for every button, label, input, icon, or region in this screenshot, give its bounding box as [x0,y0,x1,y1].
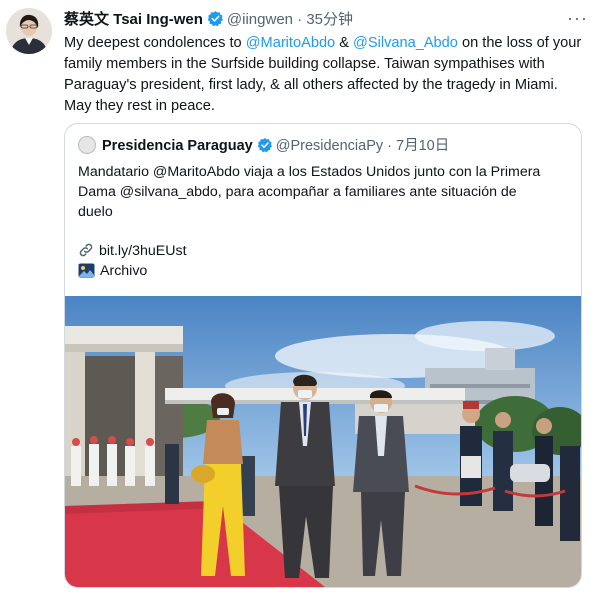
meta-separator: · [387,138,393,154]
author-handle[interactable]: @iingwen [227,11,293,28]
tweet-text-part: & [335,35,354,51]
verified-badge-icon [207,10,224,33]
tweet-timestamp[interactable]: 35分钟 [306,11,353,28]
archive-label[interactable]: Archivo [100,263,147,279]
mention-link[interactable]: @MaritoAbdo [246,35,335,51]
author-name[interactable]: 蔡英文 Tsai Ing-wen [64,11,203,28]
more-options-icon[interactable]: ··· [567,8,588,29]
quoted-text: Mandatario @MaritoAbdo viaja a los Estad… [78,164,541,220]
verified-badge-icon [257,137,273,159]
shortened-link[interactable]: bit.ly/3huEUst [99,243,187,259]
quoted-header: Presidencia Paraguay @PresidenciaPy · 7月1… [78,136,449,156]
archive-row[interactable]: Archivo [78,261,147,284]
tweet-text-part: My deepest condolences to [64,35,246,51]
mention-link[interactable]: @Silvana_Abdo [353,35,458,51]
quoted-tweet[interactable]: Presidencia Paraguay @PresidenciaPy · 7月1… [64,123,582,588]
quoted-date[interactable]: 7月10日 [396,138,449,154]
quoted-handle[interactable]: @PresidenciaPy [276,138,383,154]
tweet-header: 蔡英文 Tsai Ing-wen @iingwen · 35分钟 [64,10,590,30]
tweet[interactable]: 蔡英文 Tsai Ing-wen @iingwen · 35分钟 ··· My d… [0,0,600,598]
tweet-text: My deepest condolences to @MaritoAbdo & … [64,33,584,117]
archive-image-icon [78,263,95,284]
quoted-author-name[interactable]: Presidencia Paraguay [102,138,253,154]
author-avatar[interactable] [6,8,52,54]
quoted-photo[interactable] [65,296,581,587]
quoted-avatar[interactable] [78,136,96,154]
meta-separator: · [297,11,303,28]
